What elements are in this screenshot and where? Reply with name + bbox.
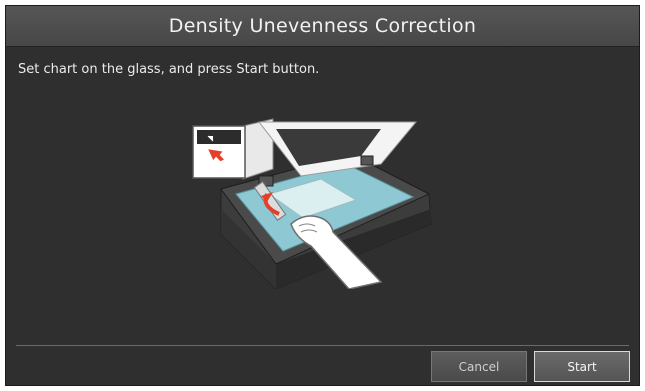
title-bar: Density Unevenness Correction	[6, 6, 639, 47]
cancel-button[interactable]: Cancel	[431, 351, 527, 382]
scanner-place-chart-illustration	[192, 118, 432, 289]
device-frame: Density Unevenness Correction Set chart …	[0, 0, 645, 391]
dialog-screen: Density Unevenness Correction Set chart …	[5, 5, 640, 386]
dialog-title: Density Unevenness Correction	[168, 15, 477, 37]
instruction-text: Set chart on the glass, and press Start …	[18, 62, 320, 77]
footer-divider	[16, 345, 629, 346]
start-button[interactable]: Start	[534, 351, 630, 382]
